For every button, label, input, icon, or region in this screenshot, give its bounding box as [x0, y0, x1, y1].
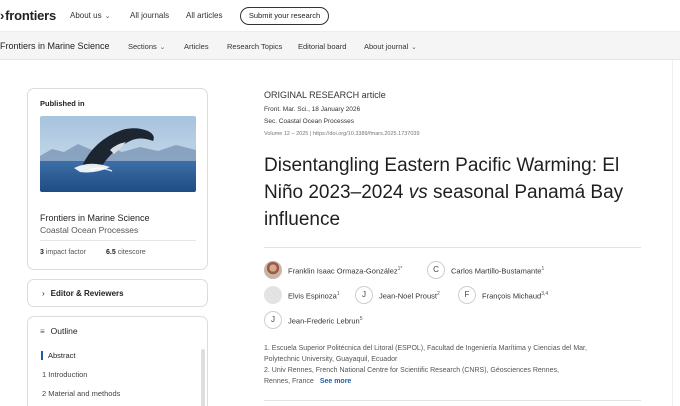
article-date: Front. Mar. Sci., 18 January 2026: [264, 106, 361, 113]
outline-item-introduction[interactable]: 1 Introduction: [42, 370, 87, 379]
author-avatar[interactable]: C: [427, 261, 445, 279]
jnav-about-journal[interactable]: About journal ⌄: [364, 42, 417, 51]
jnav-sections[interactable]: Sections ⌄: [128, 42, 165, 51]
top-navigation: ›frontiers About us ⌄ All journals All ar…: [0, 0, 680, 32]
chevron-down-icon: ⌄: [411, 44, 417, 51]
affiliation-2: 2. Univ Rennes, French National Centre f…: [264, 367, 559, 385]
affiliation-1: 1. Escuela Superior Politécnica del Lito…: [264, 345, 587, 363]
frontiers-logo-mark-icon: ›: [0, 8, 5, 23]
author-avatar[interactable]: J: [264, 311, 282, 329]
nav-all-articles[interactable]: All articles: [186, 11, 222, 20]
outline-card: ≡ Outline Abstract 1 Introduction 2 Mater…: [27, 316, 208, 406]
author-avatar[interactable]: [264, 261, 282, 279]
see-more-link[interactable]: See more: [320, 378, 352, 385]
jnav-research-topics[interactable]: Research Topics: [227, 42, 282, 51]
impact-factor: 3 impact factor: [40, 249, 86, 256]
chevron-right-icon: ›: [42, 289, 45, 298]
chevron-down-icon: ⌄: [104, 13, 111, 20]
divider: [264, 400, 641, 401]
article-doi[interactable]: Volume 12 – 2025 | https://doi.org/10.33…: [264, 131, 420, 137]
frontiers-logo[interactable]: ›frontiers: [0, 8, 56, 23]
jnav-editorial-board[interactable]: Editorial board: [298, 42, 346, 51]
published-journal-name[interactable]: Frontiers in Marine Science: [40, 213, 150, 223]
submit-research-button[interactable]: Submit your research: [240, 7, 329, 25]
article-type: ORIGINAL RESEARCH article: [264, 90, 386, 100]
divider: [40, 240, 196, 241]
nav-all-journals[interactable]: All journals: [130, 11, 169, 20]
divider: [264, 247, 641, 248]
article-title: Disentangling Eastern Pacific Warming: E…: [264, 155, 624, 230]
list-icon: ≡: [40, 327, 45, 336]
article-section[interactable]: Sec. Coastal Ocean Processes: [264, 118, 354, 125]
nav-about-us[interactable]: About us ⌄: [70, 11, 110, 20]
page-scrollbar[interactable]: [672, 60, 673, 406]
author-name[interactable]: Jean-Frederic Lebrun5: [288, 316, 363, 326]
author-avatar[interactable]: F: [458, 286, 476, 304]
outline-item-methods[interactable]: 2 Material and methods: [42, 389, 120, 398]
journal-navigation: Frontiers in Marine Science Sections ⌄ Ar…: [0, 32, 680, 60]
jnav-articles[interactable]: Articles: [184, 42, 209, 51]
published-section-name: Coastal Ocean Processes: [40, 225, 139, 235]
published-in-heading: Published in: [40, 99, 85, 108]
journal-cover-image[interactable]: [40, 116, 196, 192]
published-in-card: Published in Frontiers in Marine Science…: [27, 88, 208, 270]
author-name[interactable]: Jean-Noel Proust2: [379, 291, 440, 301]
author-name[interactable]: Elvis Espinoza1: [288, 291, 340, 301]
whale-breach-illustration: [40, 116, 196, 192]
author-avatar[interactable]: J: [355, 286, 373, 304]
citescore: 6.5 citescore: [106, 249, 146, 256]
outline-heading: ≡ Outline: [40, 326, 78, 336]
journal-title-link[interactable]: Frontiers in Marine Science: [0, 41, 110, 51]
author-avatar[interactable]: [264, 286, 282, 304]
author-name[interactable]: François Michaud3,4: [482, 291, 548, 301]
outline-item-abstract[interactable]: Abstract: [41, 351, 76, 360]
author-name[interactable]: Franklin Isaac Ormaza-González1*: [288, 266, 402, 276]
chevron-down-icon: ⌄: [159, 44, 166, 51]
editors-reviewers-toggle[interactable]: › Editor & Reviewers: [27, 279, 208, 307]
author-name[interactable]: Carlos Martillo-Bustamante1: [451, 266, 544, 276]
outline-scrollbar[interactable]: [201, 349, 205, 406]
